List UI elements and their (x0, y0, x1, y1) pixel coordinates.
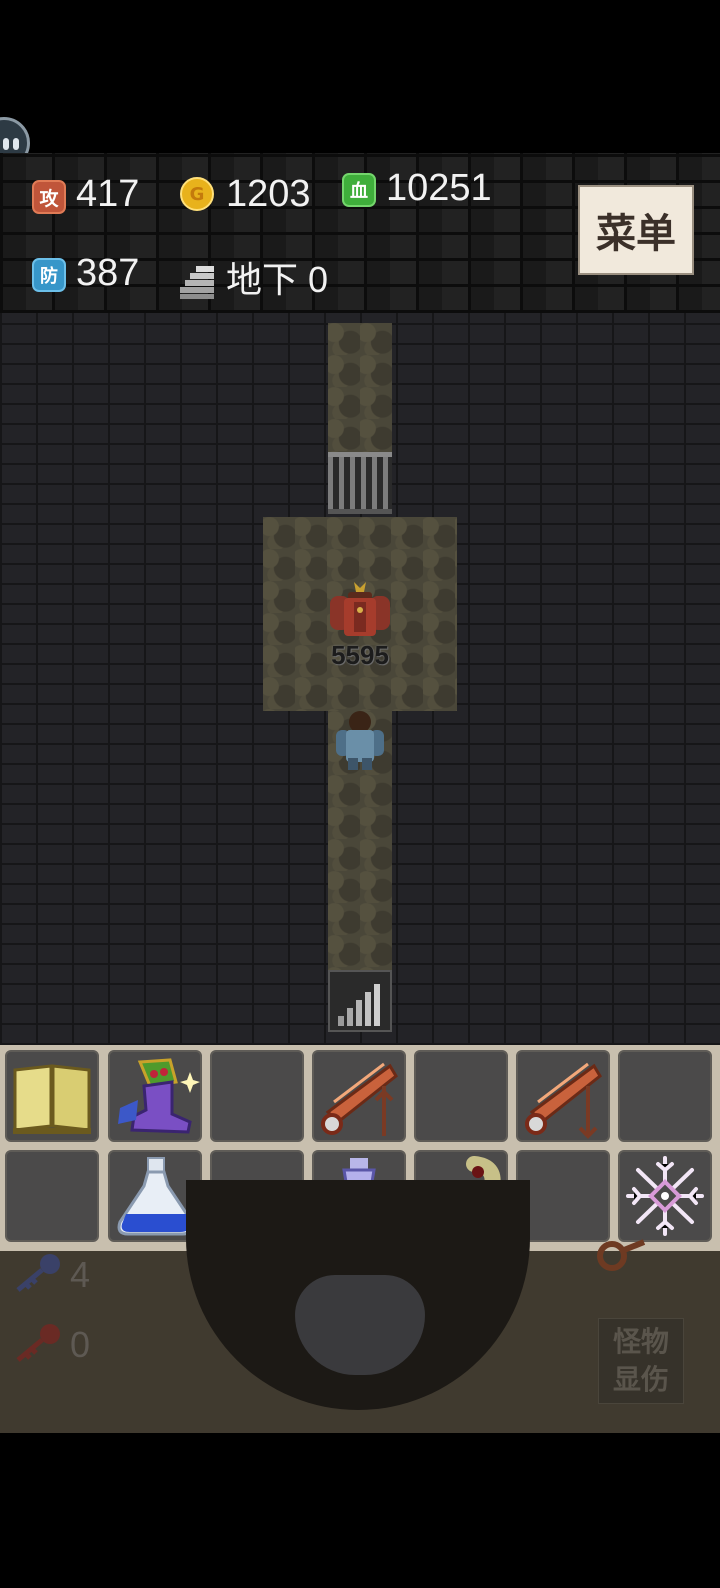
monster-damage-toggle-button[interactable]: 怪物 显伤 (598, 1318, 684, 1404)
red-armor-knight-monster-icon[interactable] (326, 580, 394, 640)
floor-value: 地下 0 (226, 259, 329, 300)
item-slot-boots[interactable] (108, 1050, 202, 1142)
gold-coin-icon: G (180, 177, 214, 211)
orange-key-icon (594, 1236, 646, 1272)
monster-damage-label: 5595 (331, 640, 389, 670)
flying-wand-icon (525, 1062, 602, 1139)
winged-boots-icon (118, 1058, 200, 1134)
floor-corridor-top (328, 323, 392, 453)
defense-icon: 防 (32, 258, 66, 292)
stairs-floor-icon (178, 264, 216, 300)
iron-gate[interactable] (328, 452, 392, 514)
snowflake-icon (626, 1156, 704, 1236)
system-navigation-bar (0, 1433, 720, 1588)
red-key-icon (12, 1322, 64, 1362)
hero-player-icon[interactable] (326, 710, 394, 772)
item-slot-book[interactable] (5, 1050, 99, 1142)
hp-icon: 血 (342, 173, 376, 207)
stairs-down-icon[interactable] (328, 970, 392, 1032)
red-key-count: 0 (70, 1324, 91, 1365)
gold-value: 1203 (226, 173, 311, 215)
attack-value: 417 (76, 173, 140, 215)
item-slot-empty[interactable] (618, 1050, 712, 1142)
hp-value: 10251 (386, 167, 492, 209)
system-status-bar (0, 0, 720, 115)
book-icon (13, 1064, 91, 1134)
defense-value: 387 (76, 252, 140, 294)
flying-wand-icon (321, 1062, 398, 1136)
ball-dot-icon (3, 138, 9, 150)
item-slot-empty[interactable] (516, 1150, 610, 1242)
item-slot-empty[interactable] (5, 1150, 99, 1242)
item-slot-snowflake[interactable] (618, 1150, 712, 1242)
blue-key-icon (12, 1252, 64, 1292)
menu-button[interactable]: 菜单 (578, 185, 694, 275)
ball-dot-icon (13, 138, 19, 150)
item-slot-wand-1[interactable] (312, 1050, 406, 1142)
item-slot-empty[interactable] (414, 1050, 508, 1142)
blue-key-count: 4 (70, 1254, 91, 1295)
item-slot-empty[interactable] (210, 1050, 304, 1142)
item-slot-wand-2[interactable] (516, 1050, 610, 1142)
attack-icon: 攻 (32, 180, 66, 214)
